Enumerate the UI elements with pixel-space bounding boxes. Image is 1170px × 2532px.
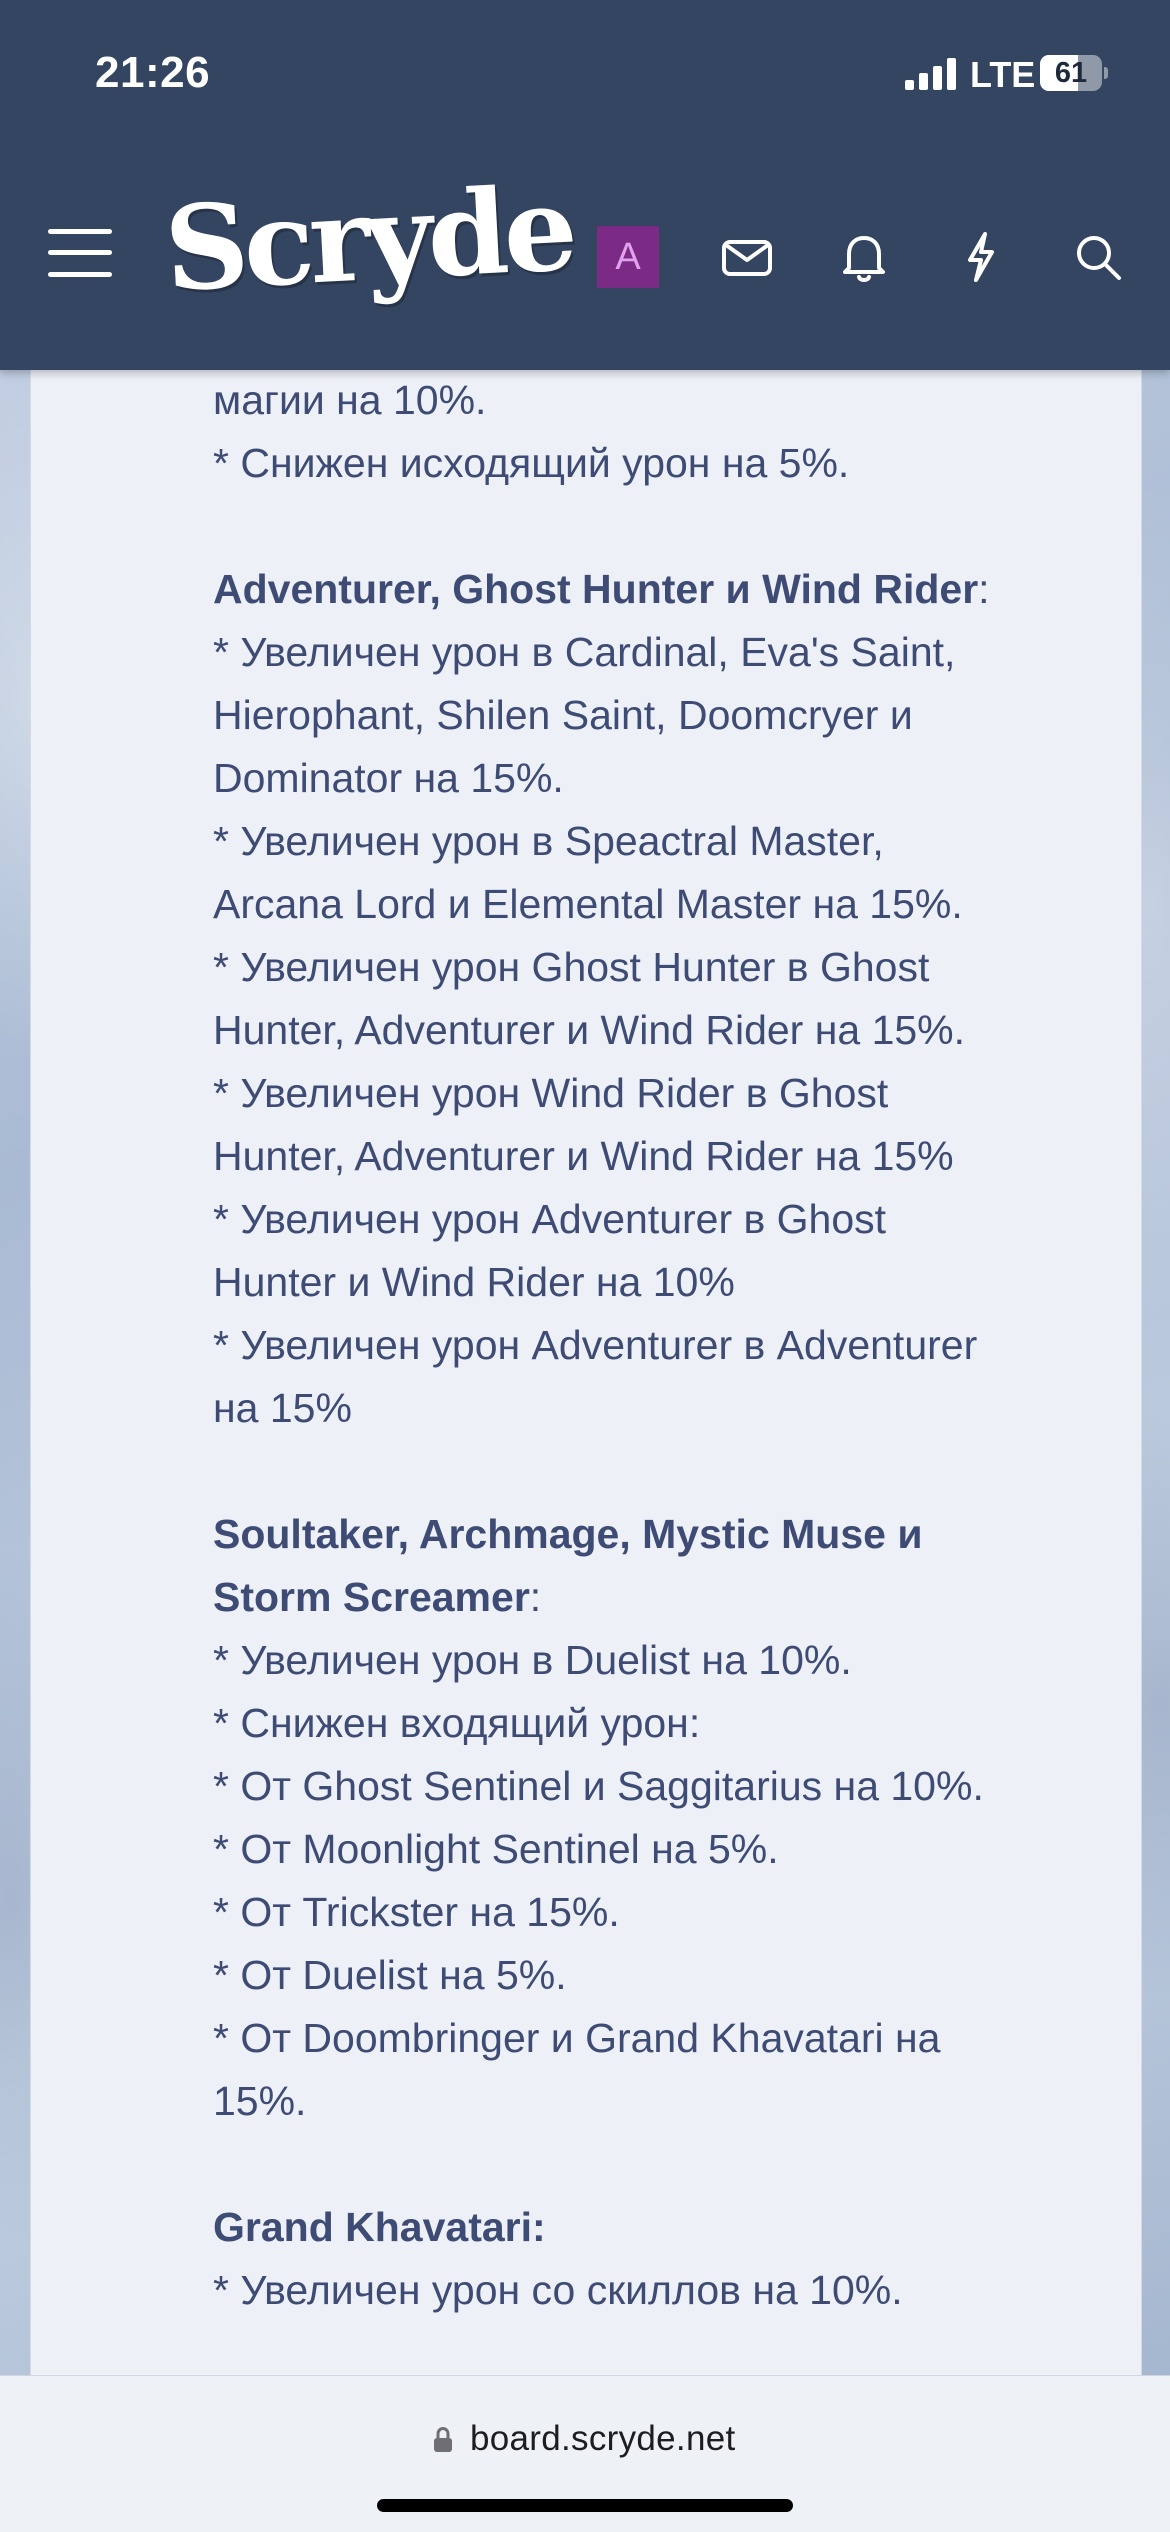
url-text[interactable]: board.scryde.net bbox=[470, 2419, 736, 2459]
user-avatar[interactable]: A bbox=[597, 226, 659, 288]
browser-address-bar[interactable]: board.scryde.net bbox=[0, 2375, 1170, 2532]
status-time: 21:26 bbox=[95, 48, 211, 97]
section-title: Grand Khavatari: bbox=[213, 2204, 546, 2250]
cellular-signal-icon bbox=[905, 58, 956, 90]
post-line: * Снижен входящий урон: bbox=[213, 1700, 701, 1746]
post-line: Hunter и Wind Rider на 10% bbox=[213, 1259, 735, 1305]
post-line: * От Ghost Sentinel и Saggitarius на 10%… bbox=[213, 1763, 984, 1809]
site-header: 21:26 LTE 61 Scryde A bbox=[0, 0, 1170, 370]
lock-icon bbox=[434, 2427, 452, 2452]
battery-percent: 61 bbox=[1054, 57, 1088, 89]
post-line: 15%. bbox=[213, 2078, 307, 2124]
section-title: Storm Screamer bbox=[213, 1574, 530, 1620]
section-heading: Storm Screamer: bbox=[213, 1574, 542, 1620]
post-line: * Увеличен урон Wind Rider в Ghost bbox=[213, 1070, 889, 1116]
post-line: Hierophant, Shilen Saint, Doomcryer и bbox=[213, 692, 913, 738]
section-heading: Grand Khavatari: bbox=[213, 2196, 1113, 2259]
post-line: * Снижен исходящий урон на 5%. bbox=[213, 440, 850, 486]
section-heading: Adventurer, Ghost Hunter и Wind Rider: bbox=[213, 566, 990, 612]
post-line: * Увеличен урон Ghost Hunter в Ghost bbox=[213, 944, 930, 990]
post-line: * Увеличен урон в Cardinal, Eva's Saint, bbox=[213, 629, 956, 675]
post-line: магии на 10%. bbox=[213, 377, 487, 423]
section-title: Soultaker, Archmage, Mystic Muse и bbox=[213, 1511, 923, 1557]
bell-icon[interactable] bbox=[835, 228, 893, 286]
post-line: * От Duelist на 5%. bbox=[213, 1952, 567, 1998]
section-heading: Soultaker, Archmage, Mystic Muse и bbox=[213, 1503, 1113, 1566]
home-indicator[interactable] bbox=[377, 2499, 793, 2512]
lightning-icon[interactable] bbox=[952, 228, 1010, 286]
post-line: Arcana Lord и Elemental Master на 15%. bbox=[213, 881, 963, 927]
post-line: Hunter, Adventurer и Wind Rider на 15%. bbox=[213, 1007, 966, 1053]
section-title: Adventurer, Ghost Hunter и Wind Rider bbox=[213, 566, 979, 612]
site-logo[interactable]: Scryde bbox=[161, 161, 575, 318]
post-line: Hunter, Adventurer и Wind Rider на 15% bbox=[213, 1133, 954, 1179]
menu-icon[interactable] bbox=[48, 225, 114, 281]
post-line: * От Trickster на 15%. bbox=[213, 1889, 620, 1935]
post-body: магии на 10%. * Снижен исходящий урон на… bbox=[213, 369, 1113, 2322]
post-line: Dominator на 15%. bbox=[213, 755, 564, 801]
battery-indicator: 61 bbox=[1040, 55, 1108, 91]
post-line: * Увеличен урон в Speactral Master, bbox=[213, 818, 884, 864]
post-line: * От Moonlight Sentinel на 5%. bbox=[213, 1826, 779, 1872]
post-line: на 15% bbox=[213, 1385, 352, 1431]
post-line: * Увеличен урон в Duelist на 10%. bbox=[213, 1637, 852, 1683]
search-icon[interactable] bbox=[1069, 228, 1127, 286]
post-line: * Увеличен урон Adventurer в Adventurer bbox=[213, 1322, 978, 1368]
post-line: * Увеличен урон со скиллов на 10%. bbox=[213, 2267, 903, 2313]
post-card: магии на 10%. * Снижен исходящий урон на… bbox=[30, 370, 1142, 2375]
post-line: * От Doombringer и Grand Khavatari на bbox=[213, 2015, 941, 2061]
post-line: * Увеличен урон Adventurer в Ghost bbox=[213, 1196, 887, 1242]
network-type: LTE bbox=[970, 54, 1036, 95]
envelope-icon[interactable] bbox=[718, 228, 776, 286]
